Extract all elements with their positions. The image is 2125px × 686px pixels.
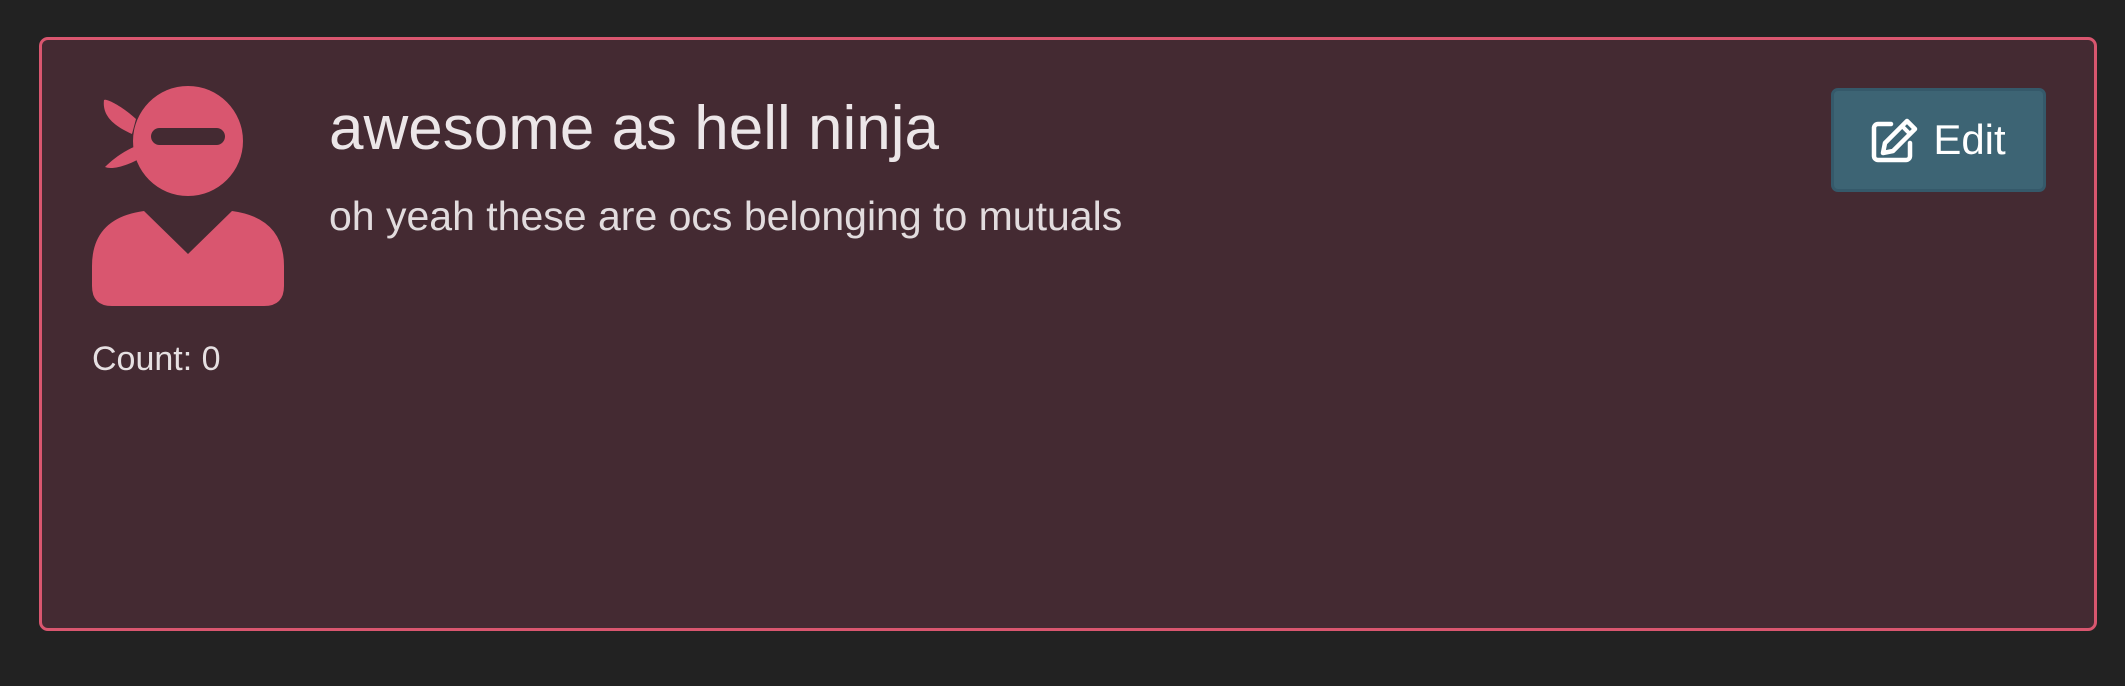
ninja-user-icon: [92, 86, 284, 306]
collection-card: Count: 0 awesome as hell ninja oh yeah t…: [39, 37, 2097, 631]
card-title: awesome as hell ninja: [329, 94, 940, 163]
edit-icon: [1871, 117, 1919, 163]
edit-button[interactable]: Edit: [1831, 88, 2046, 192]
edit-button-label: Edit: [1933, 116, 2006, 163]
count-label: Count: 0: [92, 340, 221, 378]
card-description: oh yeah these are ocs belonging to mutua…: [329, 193, 1123, 239]
